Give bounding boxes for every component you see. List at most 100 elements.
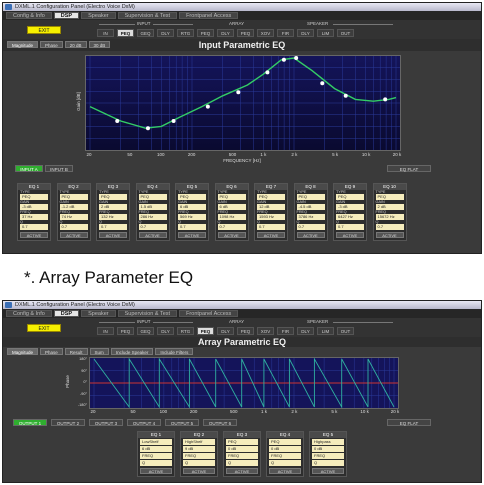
view-tab-phase[interactable]: Phase: [40, 348, 63, 355]
band-active-button[interactable]: ACTIVE: [269, 468, 301, 474]
band-active-button[interactable]: ACTIVE: [99, 232, 127, 238]
band-field4[interactable]: Q: [269, 460, 301, 466]
view-tab-30-db[interactable]: 30 dB: [88, 41, 111, 48]
dsp-tab-peq[interactable]: PEQ: [237, 327, 254, 335]
band-q-field[interactable]: 0.7: [178, 224, 206, 230]
dsp-tab-lim[interactable]: LIM: [317, 327, 334, 335]
band-field1[interactable]: LowShelf: [140, 439, 172, 445]
band-q-field[interactable]: 0.7: [375, 224, 404, 230]
dsp-tab-rtg[interactable]: RTG: [177, 29, 194, 37]
band-active-button[interactable]: ACTIVE: [257, 232, 285, 238]
menu-tab-frontpanel-access[interactable]: Frontpanel Access: [179, 12, 239, 19]
menu-tab-config-info[interactable]: Config & Info: [6, 12, 52, 19]
band-field1[interactable]: HighShelf: [183, 439, 215, 445]
dsp-tab-geq[interactable]: GEQ: [137, 327, 154, 335]
band-field1[interactable]: Highpass: [312, 439, 344, 445]
array-eq-phase-graph[interactable]: [89, 357, 399, 409]
menu-tab-speaker[interactable]: Speaker: [81, 310, 116, 317]
band-active-button[interactable]: ACTIVE: [336, 232, 364, 238]
view-tab-result[interactable]: Result: [64, 348, 88, 355]
band-active-button[interactable]: ACTIVE: [217, 232, 246, 238]
band-field4[interactable]: Q: [183, 460, 215, 466]
band-q-field[interactable]: 0.7: [99, 224, 127, 230]
output-2-button[interactable]: OUTPUT 2: [51, 419, 85, 426]
band-field2[interactable]: 0 dB: [269, 446, 301, 452]
view-tab-magnitude[interactable]: Magnitude: [7, 41, 39, 48]
dsp-tab-peq[interactable]: PEQ: [117, 29, 134, 37]
view-tab-20-db[interactable]: 20 dB: [64, 41, 87, 48]
output-1-button[interactable]: OUTPUT 1: [13, 419, 47, 426]
band-q-field[interactable]: 0.7: [217, 224, 246, 230]
menu-tab-dsp[interactable]: DSP: [53, 12, 80, 19]
view-tab-magnitude[interactable]: Magnitude: [7, 348, 39, 355]
dsp-tab-dly[interactable]: DLY: [157, 327, 174, 335]
band-field4[interactable]: Q: [312, 460, 344, 466]
dsp-tab-peq[interactable]: PEQ: [197, 327, 214, 335]
dsp-tab-dly[interactable]: DLY: [217, 327, 234, 335]
band-field2[interactable]: 6 dB: [140, 446, 172, 452]
band-active-button[interactable]: ACTIVE: [20, 232, 48, 238]
band-active-button[interactable]: ACTIVE: [183, 468, 215, 474]
dsp-tab-out[interactable]: OUT: [337, 29, 354, 37]
input-b-button[interactable]: INPUT B: [45, 165, 73, 172]
menu-tab-speaker[interactable]: Speaker: [81, 12, 116, 19]
band-active-button[interactable]: ACTIVE: [59, 232, 88, 238]
band-active-button[interactable]: ACTIVE: [140, 468, 172, 474]
band-field4[interactable]: Q: [140, 460, 172, 466]
dsp-tab-geq[interactable]: GEQ: [137, 29, 154, 37]
dsp-tab-lim[interactable]: LIM: [317, 29, 334, 37]
view-tab-sum[interactable]: Sum: [89, 348, 109, 355]
band-field3[interactable]: FREQ: [140, 453, 172, 459]
band-field4[interactable]: Q: [226, 460, 258, 466]
band-active-button[interactable]: ACTIVE: [312, 468, 344, 474]
band-active-button[interactable]: ACTIVE: [138, 232, 167, 238]
dsp-tab-out[interactable]: OUT: [337, 327, 354, 335]
dsp-tab-dly[interactable]: DLY: [297, 327, 314, 335]
exit-button[interactable]: EXIT: [27, 324, 61, 332]
band-field3[interactable]: FREQ: [312, 453, 344, 459]
output-6-button[interactable]: OUTPUT 6: [203, 419, 237, 426]
view-tab-include-speaker[interactable]: Include Speaker: [110, 348, 154, 355]
exit-button[interactable]: EXIT: [27, 26, 61, 34]
band-field2[interactable]: 9 dB: [183, 446, 215, 452]
band-q-field[interactable]: 0.7: [59, 224, 88, 230]
output-3-button[interactable]: OUTPUT 3: [89, 419, 123, 426]
band-active-button[interactable]: ACTIVE: [178, 232, 206, 238]
band-active-button[interactable]: ACTIVE: [375, 232, 404, 238]
view-tab-phase[interactable]: Phase: [40, 41, 63, 48]
eq-flat-button[interactable]: EQ FLAT: [387, 419, 431, 426]
dsp-tab-peq[interactable]: PEQ: [197, 29, 214, 37]
band-field1[interactable]: PEQ: [226, 439, 258, 445]
eq-flat-button[interactable]: EQ FLAT: [387, 165, 431, 172]
dsp-tab-rtg[interactable]: RTG: [177, 327, 194, 335]
menu-tab-frontpanel-access[interactable]: Frontpanel Access: [179, 310, 239, 317]
band-q-field[interactable]: 0.7: [257, 224, 285, 230]
dsp-tab-in[interactable]: IN: [97, 327, 114, 335]
eq-response-graph[interactable]: [85, 55, 401, 151]
band-q-field[interactable]: 0.7: [20, 224, 48, 230]
menu-tab-supervision-test[interactable]: Supervision & Test: [117, 310, 178, 317]
band-field3[interactable]: FREQ: [226, 453, 258, 459]
dsp-tab-peq[interactable]: PEQ: [237, 29, 254, 37]
band-field3[interactable]: FREQ: [269, 453, 301, 459]
dsp-tab-dly[interactable]: DLY: [297, 29, 314, 37]
band-q-field[interactable]: 0.7: [336, 224, 364, 230]
band-active-button[interactable]: ACTIVE: [226, 468, 258, 474]
band-field2[interactable]: 0 dB: [312, 446, 344, 452]
menu-tab-dsp[interactable]: DSP: [53, 310, 80, 317]
band-field3[interactable]: FREQ: [183, 453, 215, 459]
dsp-tab-fir[interactable]: FIR: [277, 327, 294, 335]
dsp-tab-dly[interactable]: DLY: [217, 29, 234, 37]
dsp-tab-dly[interactable]: DLY: [157, 29, 174, 37]
band-field2[interactable]: 0 dB: [226, 446, 258, 452]
band-active-button[interactable]: ACTIVE: [296, 232, 325, 238]
dsp-tab-fir[interactable]: FIR: [277, 29, 294, 37]
view-tab-include-filters[interactable]: Include Filters: [155, 348, 194, 355]
menu-tab-supervision-test[interactable]: Supervision & Test: [117, 12, 178, 19]
dsp-tab-xov[interactable]: XOV: [257, 29, 274, 37]
input-a-button[interactable]: INPUT A: [15, 165, 43, 172]
menu-tab-config-info[interactable]: Config & Info: [6, 310, 52, 317]
dsp-tab-xov[interactable]: XOV: [257, 327, 274, 335]
band-field1[interactable]: PEQ: [269, 439, 301, 445]
dsp-tab-peq[interactable]: PEQ: [117, 327, 134, 335]
